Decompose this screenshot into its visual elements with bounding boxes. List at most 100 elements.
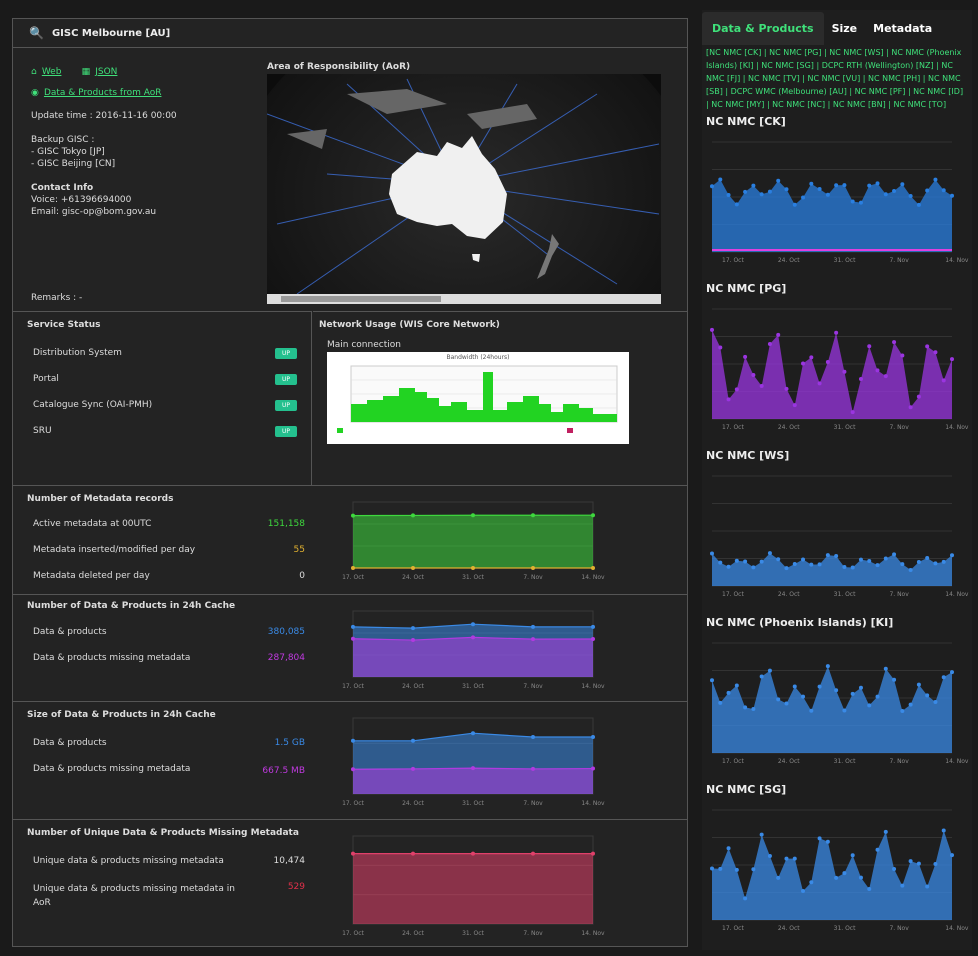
info-block: ⌂ Web ▦ JSON ◉ Data & Products from AoR … bbox=[31, 59, 261, 217]
data-point bbox=[759, 832, 764, 837]
data-point bbox=[933, 350, 938, 355]
tab-size[interactable]: Size bbox=[824, 22, 866, 35]
data-point bbox=[751, 565, 756, 570]
x-tick-label: 24. Oct bbox=[402, 574, 424, 581]
bandwidth-chart-title: Bandwidth (24hours) bbox=[446, 354, 510, 361]
x-tick-label: 31. Oct bbox=[834, 758, 856, 765]
data-point bbox=[883, 374, 888, 379]
unique-missing-section: Number of Unique Data & Products Missing… bbox=[13, 819, 687, 947]
x-tick-label: 31. Oct bbox=[462, 683, 484, 690]
data-point bbox=[411, 851, 415, 856]
data-point bbox=[710, 866, 714, 871]
data-point bbox=[531, 624, 535, 629]
data-point bbox=[925, 555, 930, 560]
x-tick-label: 17. Oct bbox=[722, 257, 744, 264]
data-point bbox=[916, 861, 921, 866]
data-point bbox=[892, 552, 897, 557]
x-tick-label: 14. Nov bbox=[581, 574, 605, 581]
data-point bbox=[767, 551, 772, 556]
bandwidth-chart: Bandwidth (24hours) bbox=[327, 352, 629, 444]
tab-data-products[interactable]: Data & Products bbox=[702, 11, 824, 45]
data-point bbox=[591, 637, 595, 642]
data-point bbox=[767, 668, 772, 673]
data-point bbox=[867, 887, 872, 892]
data-point bbox=[734, 867, 739, 872]
data-point bbox=[351, 851, 355, 856]
data-point bbox=[867, 703, 872, 708]
data-point bbox=[591, 513, 595, 518]
data-point bbox=[916, 394, 921, 399]
x-tick-label: 17. Oct bbox=[722, 758, 744, 765]
data-point bbox=[531, 565, 535, 570]
data-point bbox=[726, 397, 731, 402]
data-point bbox=[916, 202, 921, 207]
data-point bbox=[883, 192, 888, 197]
series-area bbox=[353, 768, 593, 794]
map-scrollbar[interactable] bbox=[267, 294, 661, 304]
web-link[interactable]: Web bbox=[42, 67, 62, 77]
cache-count-label: Data & products bbox=[33, 627, 107, 637]
data-products-aor-link[interactable]: Data & Products from AoR bbox=[44, 88, 162, 98]
data-point bbox=[411, 513, 415, 518]
x-tick-label: 24. Oct bbox=[778, 257, 800, 264]
data-point bbox=[892, 866, 897, 871]
page-title: GISC Melbourne [AU] bbox=[51, 27, 171, 39]
x-tick-label: 31. Oct bbox=[834, 424, 856, 431]
data-point bbox=[933, 861, 938, 866]
data-point bbox=[858, 377, 863, 382]
x-tick-label: 7. Nov bbox=[523, 930, 543, 937]
data-point bbox=[850, 199, 855, 204]
x-tick-label: 7. Nov bbox=[889, 257, 909, 264]
data-point bbox=[759, 674, 764, 679]
map-scrollbar-thumb[interactable] bbox=[281, 296, 441, 302]
unique-missing-label: Unique data & products missing metadata bbox=[33, 856, 224, 866]
data-point bbox=[801, 195, 806, 200]
tab-metadata[interactable]: Metadata bbox=[865, 22, 940, 35]
data-point bbox=[908, 567, 913, 572]
network-subtitle: Main connection bbox=[327, 340, 401, 350]
data-point bbox=[776, 557, 781, 562]
metadata-value: 55 bbox=[293, 545, 305, 555]
data-point bbox=[817, 684, 822, 689]
world-map bbox=[234, 4, 694, 384]
data-point bbox=[817, 836, 822, 841]
status-badge: UP bbox=[275, 426, 297, 437]
data-point bbox=[950, 193, 954, 198]
data-point bbox=[883, 829, 888, 834]
x-tick-label: 24. Oct bbox=[778, 591, 800, 598]
data-point bbox=[718, 177, 723, 182]
data-point bbox=[858, 685, 863, 690]
data-point bbox=[850, 691, 855, 696]
aor-map[interactable] bbox=[234, 4, 694, 384]
data-point bbox=[933, 561, 938, 566]
x-tick-label: 14. Nov bbox=[945, 257, 969, 264]
remarks: Remarks : - bbox=[31, 293, 83, 303]
bandwidth-plot bbox=[337, 365, 618, 433]
data-point bbox=[718, 700, 723, 705]
cache-size-value: 667.5 MB bbox=[262, 766, 305, 776]
json-link[interactable]: JSON bbox=[95, 67, 117, 77]
data-point bbox=[892, 677, 897, 682]
x-tick-label: 14. Nov bbox=[581, 800, 605, 807]
data-point bbox=[759, 192, 764, 197]
search-icon[interactable]: 🔍 bbox=[29, 26, 44, 40]
nc-chart-title: NC NMC [WS] bbox=[706, 449, 790, 462]
data-point bbox=[809, 562, 814, 567]
data-point bbox=[950, 853, 954, 858]
data-point bbox=[751, 183, 756, 188]
data-point bbox=[809, 708, 814, 713]
data-point bbox=[743, 354, 748, 359]
data-point bbox=[718, 345, 723, 350]
x-tick-label: 7. Nov bbox=[523, 800, 543, 807]
data-point bbox=[801, 889, 806, 894]
nc-links[interactable]: [NC NMC [CK] | NC NMC [PG] | NC NMC [WS]… bbox=[702, 46, 972, 111]
data-point bbox=[471, 851, 475, 856]
data-point bbox=[471, 513, 475, 518]
data-point bbox=[792, 856, 797, 861]
data-point bbox=[858, 875, 863, 880]
update-time: Update time : 2016-11-16 00:00 bbox=[31, 111, 177, 121]
data-point bbox=[531, 637, 535, 642]
service-item-label: Catalogue Sync (OAI-PMH) bbox=[33, 400, 153, 410]
data-point bbox=[411, 738, 415, 743]
tab-bar: Data & Products Size Metadata bbox=[702, 10, 972, 46]
